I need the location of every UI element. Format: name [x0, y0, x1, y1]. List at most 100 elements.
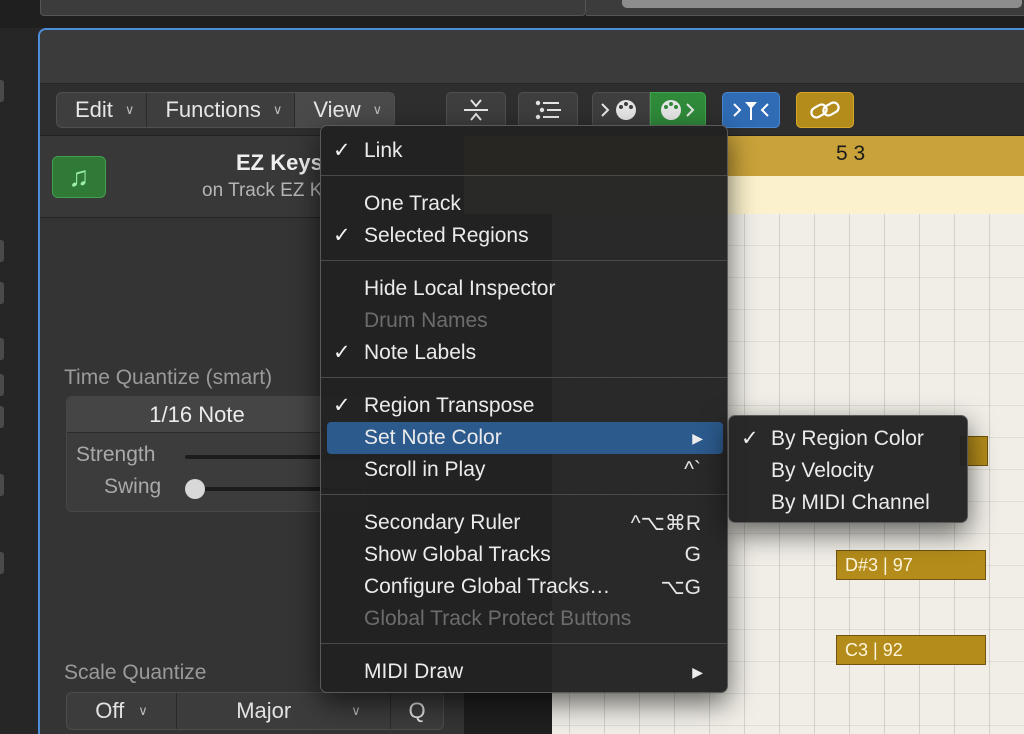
- menu-item-hide-local-inspector[interactable]: Hide Local Inspector: [327, 273, 723, 305]
- quantize-icon: [535, 100, 561, 120]
- edit-menu-label: Edit: [75, 97, 113, 122]
- scale-root-select[interactable]: Off ∨: [67, 693, 177, 729]
- menu-separator: [321, 643, 727, 644]
- submenu-item-by-velocity[interactable]: By Velocity: [735, 455, 963, 487]
- view-menu-label: View: [313, 97, 361, 122]
- note-label: C3 | 92: [845, 639, 903, 660]
- checkmark-icon: ✓: [333, 394, 351, 417]
- gutter-handle: [0, 406, 4, 428]
- background-window-strip: [0, 0, 1024, 28]
- music-note-icon[interactable]: ♫: [52, 156, 106, 198]
- menu-item-label: Region Transpose: [364, 394, 535, 417]
- menu-item-note-labels[interactable]: ✓ Note Labels: [327, 337, 723, 369]
- menu-item-label: One Track: [364, 192, 461, 215]
- gutter-handle: [0, 552, 4, 574]
- scale-root-value: Off: [95, 698, 125, 723]
- menu-item-label: Secondary Ruler: [364, 511, 521, 534]
- menu-item-label: Global Track Protect Buttons: [364, 607, 632, 630]
- scale-quantize-q: Q: [408, 698, 426, 723]
- functions-menu-button[interactable]: Functions ∨: [147, 93, 296, 127]
- menu-item-set-note-color[interactable]: Set Note Color ▶: [327, 422, 723, 454]
- menu-separator: [321, 377, 727, 378]
- midi-out-button[interactable]: [650, 92, 706, 128]
- menu-item-shortcut: ^`: [684, 458, 701, 481]
- view-menu-button[interactable]: View ∨: [295, 93, 395, 127]
- menu-separator: [321, 175, 727, 176]
- menu-item-drum-names: Drum Names: [327, 305, 723, 337]
- menu-item-label: Note Labels: [364, 341, 477, 364]
- chevron-down-icon: ∨: [124, 102, 135, 117]
- chevron-down-icon: ∨: [372, 102, 383, 117]
- swing-label: Swing: [104, 475, 162, 498]
- submenu-item-label: By Region Color: [771, 427, 924, 450]
- menu-item-global-track-protect-buttons: Global Track Protect Buttons: [327, 603, 723, 635]
- vertical-collapse-button[interactable]: [446, 92, 506, 128]
- checkmark-icon: ✓: [333, 341, 351, 364]
- editor-menu-group: Edit ∨ Functions ∨ View ∨: [56, 92, 396, 128]
- menu-item-label: Scroll in Play: [364, 458, 486, 481]
- menu-item-secondary-ruler[interactable]: Secondary Ruler ^⌥⌘R: [327, 507, 723, 539]
- checkmark-icon: ✓: [333, 139, 351, 162]
- note-label: D#3 | 97: [845, 554, 913, 575]
- gutter-handle: [0, 474, 4, 496]
- strength-label: Strength: [76, 443, 156, 466]
- note-color-submenu: ✓ By Region Color By Velocity By MIDI Ch…: [728, 415, 968, 523]
- scale-type-select[interactable]: Major ∨: [177, 693, 391, 729]
- menu-item-label: Drum Names: [364, 309, 488, 332]
- horizontal-scrollbar[interactable]: [622, 0, 1022, 8]
- gutter-handle: [0, 374, 4, 396]
- scale-quantize-controls: Off ∨ Major ∨ Q: [66, 692, 444, 730]
- scale-quantize-label: Scale Quantize: [64, 661, 207, 684]
- menu-item-region-transpose[interactable]: ✓ Region Transpose: [327, 390, 723, 422]
- menu-item-label: Hide Local Inspector: [364, 277, 556, 300]
- catch-playhead-icon: [733, 102, 769, 120]
- scale-quantize-button[interactable]: Q: [391, 693, 443, 729]
- menu-item-midi-draw[interactable]: MIDI Draw ▶: [327, 656, 723, 688]
- gutter-handle: [0, 240, 4, 262]
- window-title-bar: [40, 30, 1024, 84]
- menu-item-configure-global-tracks[interactable]: Configure Global Tracks… ⌥G: [327, 571, 723, 603]
- menu-item-scroll-in-play[interactable]: Scroll in Play ^`: [327, 454, 723, 486]
- midi-note[interactable]: D#3 | 97: [836, 550, 986, 580]
- quantize-button[interactable]: [518, 92, 578, 128]
- catch-playhead-button[interactable]: [722, 92, 780, 128]
- menu-item-link[interactable]: ✓ Link: [327, 135, 723, 167]
- menu-item-label: MIDI Draw: [364, 660, 464, 683]
- edit-menu-button[interactable]: Edit ∨: [57, 93, 148, 127]
- submenu-item-label: By Velocity: [771, 459, 874, 482]
- chevron-down-icon: ∨: [272, 102, 283, 117]
- menu-item-label: Configure Global Tracks…: [364, 575, 611, 598]
- link-button[interactable]: [796, 92, 854, 128]
- menu-item-show-global-tracks[interactable]: Show Global Tracks G: [327, 539, 723, 571]
- gutter-handle: [0, 80, 4, 102]
- swing-slider-knob[interactable]: [185, 479, 205, 499]
- menu-item-label: Set Note Color: [364, 426, 502, 449]
- submenu-item-by-region-color[interactable]: ✓ By Region Color: [735, 423, 963, 455]
- scale-type-value: Major: [236, 698, 292, 723]
- palette-out-icon: [661, 100, 695, 120]
- menu-item-shortcut: ⌥G: [660, 576, 701, 599]
- palette-in-icon: [601, 100, 636, 120]
- menu-separator: [321, 260, 727, 261]
- functions-menu-label: Functions: [165, 97, 261, 122]
- submenu-arrow-icon: ▶: [692, 430, 703, 446]
- background-window-panel: [40, 0, 586, 16]
- menu-separator: [321, 494, 727, 495]
- midi-in-button[interactable]: [592, 92, 650, 128]
- region-name: EZ Keys: [236, 150, 323, 175]
- left-gutter: [0, 28, 38, 734]
- submenu-arrow-icon: ▶: [692, 664, 703, 680]
- menu-item-shortcut: ^⌥⌘R: [630, 512, 701, 535]
- region-track: on Track EZ K: [202, 180, 323, 201]
- ruler-position-label: 5 3: [836, 142, 866, 165]
- menu-item-one-track[interactable]: One Track: [327, 188, 723, 220]
- menu-item-label: Show Global Tracks: [364, 543, 551, 566]
- menu-item-selected-regions[interactable]: ✓ Selected Regions: [327, 220, 723, 252]
- midi-note[interactable]: C3 | 92: [836, 635, 986, 665]
- link-icon: [810, 101, 840, 119]
- chevron-down-icon: ∨: [138, 703, 148, 718]
- submenu-item-by-midi-channel[interactable]: By MIDI Channel: [735, 487, 963, 519]
- vertical-collapse-icon: [464, 99, 488, 121]
- gutter-handle: [0, 282, 4, 304]
- time-quantize-label: Time Quantize (smart): [64, 366, 273, 389]
